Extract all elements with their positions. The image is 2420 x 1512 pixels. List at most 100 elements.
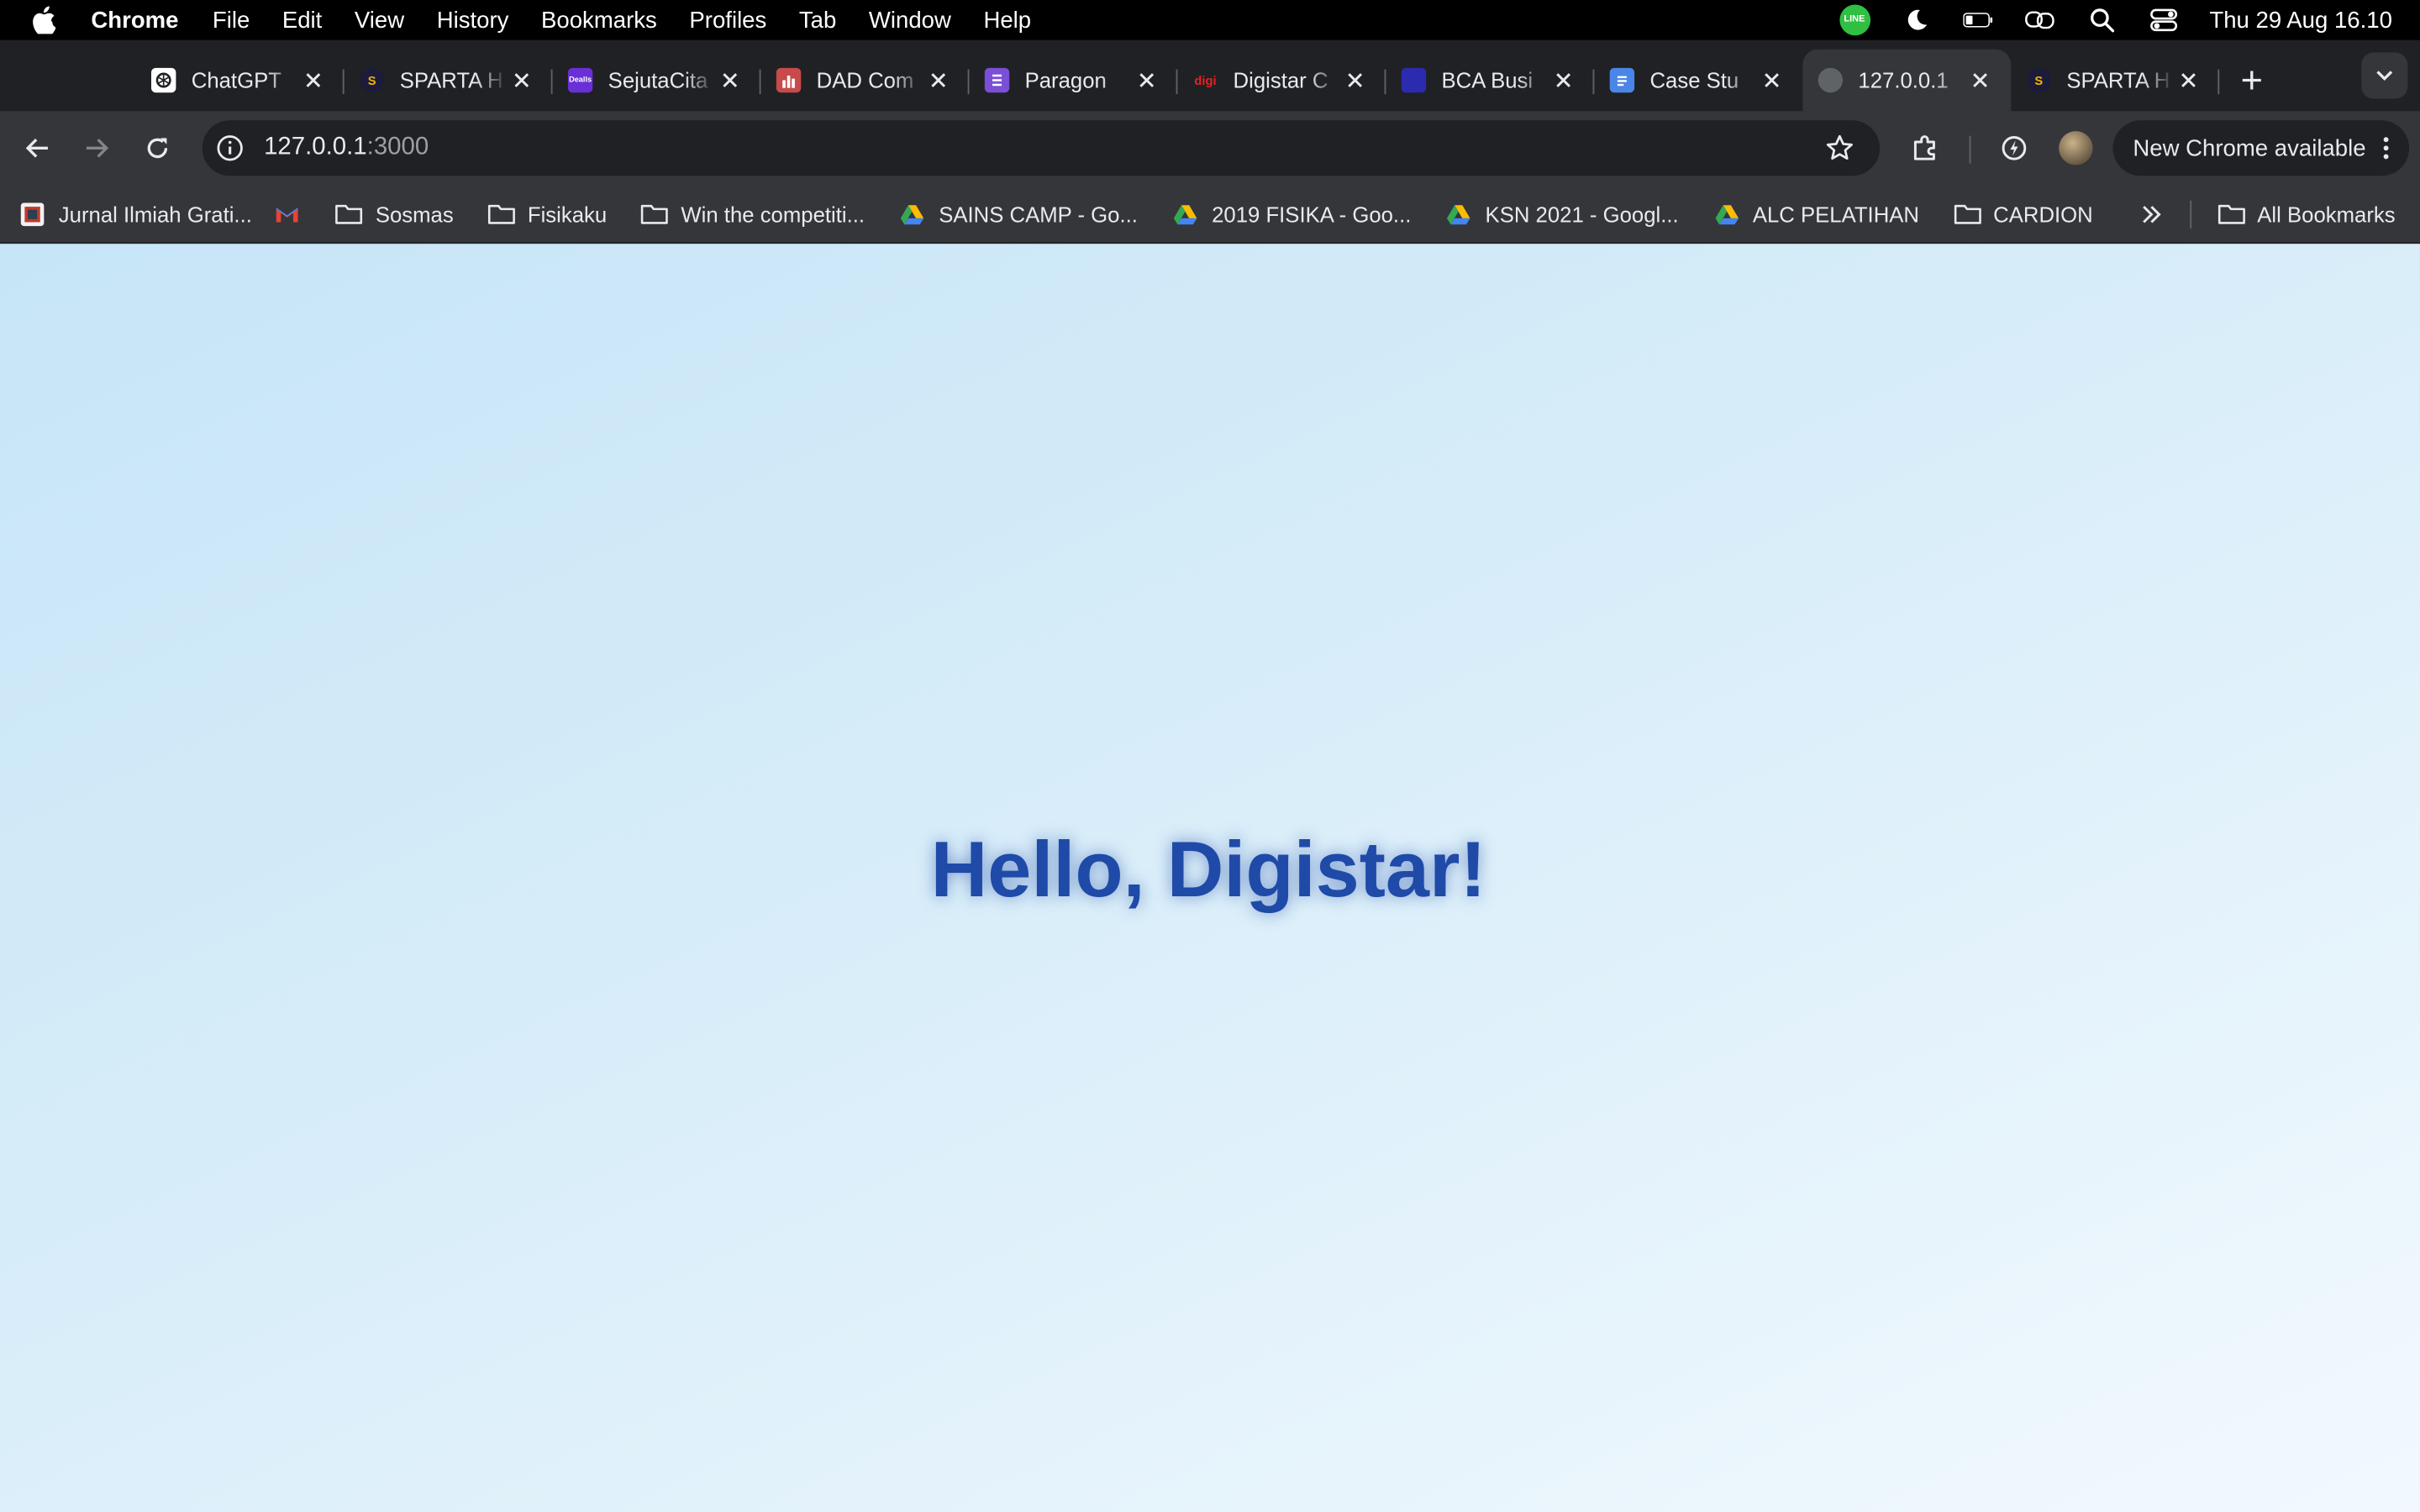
- sparta-icon: S: [2026, 67, 2052, 93]
- line-app-icon[interactable]: LINE: [1839, 4, 1870, 36]
- digistar-icon: digi: [1194, 73, 1217, 87]
- bookmark-label: CARDION: [1993, 201, 2093, 227]
- bookmark-alc-pelatihan[interactable]: ALC PELATIHAN: [1712, 202, 1919, 226]
- tab-sejutacita[interactable]: Dealls SejutaCita: [553, 50, 761, 111]
- bookmark-ksn-2021[interactable]: KSN 2021 - Googl...: [1445, 202, 1679, 226]
- bookmark-sains-camp[interactable]: SAINS CAMP - Go...: [898, 201, 1138, 227]
- tab-sparta-1[interactable]: S SPARTA H: [345, 50, 553, 111]
- tab-title: SPARTA H: [399, 67, 503, 93]
- close-tab-icon[interactable]: [2176, 68, 2201, 92]
- tab-localhost-active[interactable]: 127.0.0.1: [1802, 49, 2012, 112]
- apple-menu-icon[interactable]: [31, 6, 59, 34]
- bookmark-folder-win[interactable]: Win the competiti...: [641, 202, 865, 226]
- site-favicon-icon: [18, 202, 46, 226]
- browser-toolbar: 127.0.0.1 :3000 New Chrome available: [0, 111, 2420, 186]
- tab-search-button[interactable]: [2361, 52, 2408, 99]
- bookmark-star-icon[interactable]: [1824, 133, 1855, 164]
- bookmark-gmail[interactable]: [274, 202, 302, 226]
- toolbar-divider: [1969, 135, 1971, 164]
- url-host: 127.0.0.1: [264, 134, 367, 161]
- menu-history[interactable]: History: [437, 7, 509, 33]
- bookmark-label: 2019 FISIKA - Goo...: [1212, 201, 1412, 227]
- folder-icon: [2217, 202, 2245, 227]
- tab-sparta-2[interactable]: S SPARTA H: [2011, 50, 2220, 111]
- close-tab-icon[interactable]: [718, 68, 742, 92]
- close-tab-icon[interactable]: [1551, 68, 1576, 92]
- bookmark-label: Fisikaku: [527, 201, 608, 227]
- tab-title: 127.0.0.1: [1858, 67, 1949, 93]
- bookmark-label: ALC PELATIHAN: [1752, 201, 1920, 227]
- control-center-icon[interactable]: [2148, 5, 2179, 36]
- site-info-icon[interactable]: [214, 133, 245, 164]
- close-tab-icon[interactable]: [301, 68, 325, 92]
- tab-paragon[interactable]: Paragon: [969, 50, 1178, 111]
- update-chrome-label: New Chrome available: [2133, 134, 2366, 161]
- kebab-menu-icon[interactable]: [2381, 136, 2391, 160]
- more-bookmarks-chevron-icon[interactable]: [2136, 201, 2167, 228]
- drive-icon: [1445, 202, 1473, 226]
- dad-icon: [776, 67, 802, 93]
- bookmarks-bar: Jurnal Ilmiah Grati... Sosmas Fisikaku W…: [0, 185, 2420, 244]
- close-tab-icon[interactable]: [1760, 68, 1784, 92]
- bookmark-label: Win the competiti...: [681, 201, 865, 227]
- bookmark-label: SAINS CAMP - Go...: [939, 201, 1138, 227]
- reload-button[interactable]: [136, 127, 179, 170]
- tab-dad-com[interactable]: DAD Com: [761, 50, 970, 111]
- sejutacita-icon: Dealls: [567, 67, 593, 93]
- close-tab-icon[interactable]: [926, 68, 950, 92]
- menu-bookmarks[interactable]: Bookmarks: [541, 7, 657, 33]
- tab-case-study[interactable]: Case Stu: [1594, 50, 1802, 111]
- menu-help[interactable]: Help: [983, 7, 1031, 33]
- gmail-icon: [274, 202, 302, 226]
- bookmark-folder-fisikaku[interactable]: Fisikaku: [487, 202, 607, 226]
- bookmark-label: Jurnal Ilmiah Grati...: [58, 201, 252, 227]
- menu-view[interactable]: View: [355, 7, 404, 33]
- menu-file[interactable]: File: [213, 7, 250, 33]
- screen-mirroring-icon[interactable]: [2024, 5, 2055, 36]
- close-tab-icon[interactable]: [509, 68, 534, 92]
- spotlight-search-icon[interactable]: [2086, 5, 2117, 36]
- extensions-icon[interactable]: [1903, 127, 1946, 170]
- tab-title: SejutaCita: [608, 67, 708, 93]
- chatgpt-icon: [150, 67, 176, 93]
- app-menu-chrome[interactable]: Chrome: [91, 7, 178, 33]
- update-chrome-button[interactable]: New Chrome available: [2112, 120, 2410, 176]
- tab-chatgpt[interactable]: ChatGPT: [136, 50, 345, 111]
- menu-tab[interactable]: Tab: [799, 7, 836, 33]
- close-tab-icon[interactable]: [1134, 68, 1159, 92]
- new-tab-button[interactable]: [2228, 50, 2275, 111]
- tab-title: Paragon: [1024, 67, 1107, 93]
- menu-profiles[interactable]: Profiles: [689, 7, 766, 33]
- folder-icon: [487, 202, 515, 226]
- tab-bca-business[interactable]: BCA Busi: [1386, 50, 1595, 111]
- folder-icon: [335, 202, 363, 226]
- bookmark-2019-fisika[interactable]: 2019 FISIKA - Goo...: [1171, 202, 1411, 226]
- all-bookmarks-button[interactable]: All Bookmarks: [2217, 185, 2396, 244]
- back-button[interactable]: [15, 127, 58, 170]
- folder-icon: [1953, 202, 1981, 226]
- page-viewport: Hello, Digistar!: [0, 244, 2420, 1512]
- forward-button[interactable]: [76, 127, 118, 170]
- bookmark-jurnal[interactable]: Jurnal Ilmiah Grati...: [18, 202, 252, 226]
- folder-icon: [641, 202, 669, 226]
- bookmark-label: Sosmas: [375, 201, 454, 227]
- tab-title: SPARTA H: [2066, 67, 2170, 93]
- focus-moon-icon[interactable]: [1901, 5, 1932, 36]
- macos-menu-bar: Chrome File Edit View History Bookmarks …: [0, 0, 2420, 40]
- tab-digistar[interactable]: digi Digistar C: [1177, 50, 1386, 111]
- address-bar[interactable]: 127.0.0.1 :3000: [202, 120, 1881, 176]
- menu-window[interactable]: Window: [869, 7, 951, 33]
- close-tab-icon[interactable]: [1343, 68, 1367, 92]
- performance-icon[interactable]: [1992, 127, 2035, 170]
- bca-icon: [1401, 67, 1427, 93]
- bookmark-folder-cardion[interactable]: CARDION: [1953, 201, 2093, 227]
- bookmarks-divider: [2190, 200, 2192, 228]
- close-tab-icon[interactable]: [1968, 68, 1992, 92]
- tab-title: BCA Busi: [1441, 67, 1534, 93]
- menu-edit[interactable]: Edit: [282, 7, 322, 33]
- menu-bar-clock[interactable]: Thu 29 Aug 16.10: [2209, 7, 2392, 33]
- profile-avatar[interactable]: [2059, 131, 2093, 165]
- forms-icon: [984, 67, 1010, 93]
- bookmark-folder-sosmas[interactable]: Sosmas: [335, 202, 454, 226]
- battery-icon[interactable]: [1962, 5, 1994, 36]
